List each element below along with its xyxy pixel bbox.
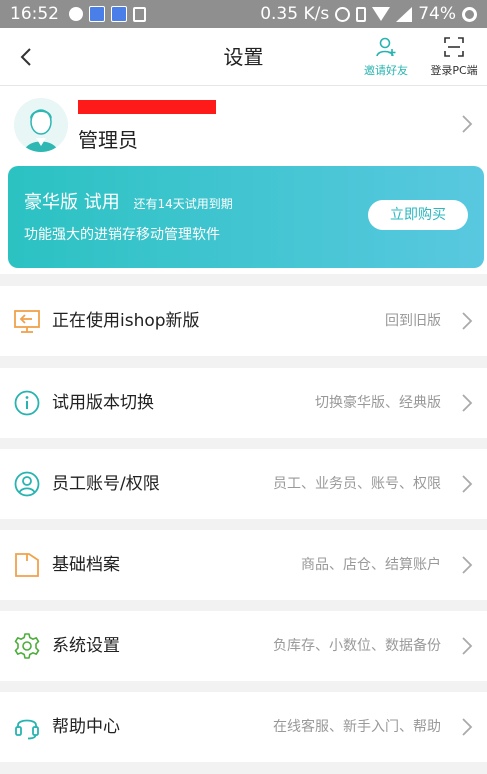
battery-icon (462, 6, 477, 22)
app-notification-icon (89, 6, 105, 22)
menu-sub: 员工、业务员、账号、权限 (273, 476, 441, 492)
edition-label: 豪华版 试用 (24, 192, 120, 213)
buy-now-button[interactable]: 立即购买 (368, 200, 468, 230)
menu-item-basic-records[interactable]: 基础档案 商品、店仓、结算账户 (0, 530, 487, 600)
menu-sub: 切换豪华版、经典版 (315, 395, 441, 411)
trial-banner-wrap: 豪华版 试用 还有14天试用到期 功能强大的进销存移动管理软件 立即购买 (0, 164, 487, 274)
menu-item-help-center[interactable]: 帮助中心 在线客服、新手入门、帮助 (0, 692, 487, 762)
alarm-icon (335, 6, 351, 22)
avatar-icon (14, 98, 68, 152)
menu-item-system-settings[interactable]: 系统设置 负库存、小数位、数据备份 (0, 611, 487, 681)
status-right: 0.35 K/s 74% (260, 4, 477, 24)
headset-icon (13, 713, 41, 741)
chat-notification-icon (69, 7, 83, 21)
menu-label: 试用版本切换 (52, 393, 154, 413)
menu-item-new-version[interactable]: 正在使用ishop新版 回到旧版 (0, 286, 487, 356)
square-notification-icon (133, 6, 146, 22)
pc-login-label: 登录PC端 (430, 64, 478, 77)
menu-sub: 商品、店仓、结算账户 (301, 557, 441, 573)
user-role: 管理员 (78, 128, 138, 152)
app-notification-icon-2 (111, 6, 127, 22)
chevron-right-icon (462, 556, 473, 574)
trial-banner: 豪华版 试用 还有14天试用到期 功能强大的进销存移动管理软件 立即购买 (8, 166, 484, 268)
banner-tagline: 功能强大的进销存移动管理软件 (24, 227, 220, 243)
menu-label: 帮助中心 (52, 717, 120, 737)
chevron-left-icon (20, 48, 31, 66)
invite-friends-button[interactable]: 邀请好友 (360, 36, 412, 78)
menu-sub: 在线客服、新手入门、帮助 (273, 719, 441, 735)
vibrate-icon (356, 6, 367, 22)
menu-item-staff-accounts[interactable]: 员工账号/权限 员工、业务员、账号、权限 (0, 449, 487, 519)
chevron-right-icon (462, 115, 473, 133)
folder-icon (13, 551, 41, 579)
gear-icon (13, 632, 41, 660)
info-icon (13, 389, 41, 417)
menu-item-trial-switch[interactable]: 试用版本切换 切换豪华版、经典版 (0, 368, 487, 438)
screen-back-icon (13, 307, 41, 335)
battery-level: 74% (418, 4, 456, 24)
back-button[interactable] (12, 40, 40, 74)
avatar (14, 98, 68, 152)
menu-sub: 回到旧版 (385, 313, 441, 329)
scan-icon (444, 37, 464, 57)
chevron-right-icon (462, 475, 473, 493)
chevron-right-icon (462, 718, 473, 736)
profile-row[interactable]: 管理员 (0, 86, 487, 164)
title-bar: 设置 邀请好友 登录PC端 (0, 28, 487, 86)
chevron-right-icon (462, 637, 473, 655)
network-speed: 0.35 K/s (260, 4, 330, 24)
edition-title: 豪华版 试用 还有14天试用到期 (24, 188, 233, 214)
add-user-icon (376, 37, 396, 57)
user-circle-icon (13, 470, 41, 498)
wifi-icon (372, 7, 391, 21)
status-time: 16:52 (10, 4, 59, 24)
redacted-username (78, 100, 216, 114)
page-title: 设置 (223, 45, 264, 69)
menu-label: 系统设置 (52, 636, 120, 656)
menu-label: 员工账号/权限 (52, 474, 160, 494)
chevron-right-icon (462, 312, 473, 330)
signal-icon (396, 6, 413, 22)
menu-label: 基础档案 (52, 555, 120, 575)
chevron-right-icon (462, 394, 473, 412)
menu-sub: 负库存、小数位、数据备份 (273, 638, 441, 654)
pc-login-button[interactable]: 登录PC端 (424, 36, 484, 78)
menu-label: 正在使用ishop新版 (52, 311, 200, 331)
status-bar: 16:52 0.35 K/s 74% (0, 0, 487, 28)
trial-remaining: 还有14天试用到期 (133, 197, 233, 211)
invite-label: 邀请好友 (364, 64, 408, 77)
